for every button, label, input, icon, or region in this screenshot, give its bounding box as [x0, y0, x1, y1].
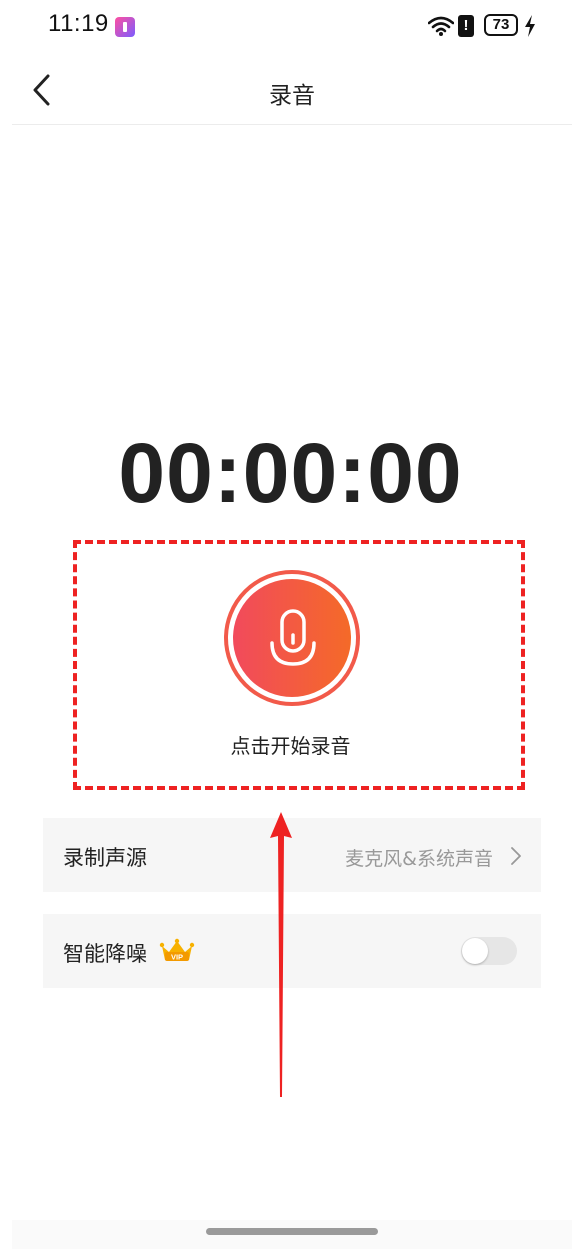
recording-source-value: 麦克风&系统声音 — [345, 848, 493, 870]
recording-source-label: 录制声源 — [63, 846, 147, 870]
chevron-right-icon — [511, 847, 521, 865]
home-indicator[interactable] — [206, 1228, 378, 1235]
wifi-icon — [428, 16, 454, 36]
record-hint-label: 点击开始录音 — [230, 734, 351, 758]
charging-bolt-icon — [525, 15, 535, 37]
vip-badge-text: VIP — [171, 953, 183, 962]
annotation-arrow — [270, 812, 292, 1097]
status-bar: 11:19 ! 73 — [0, 0, 581, 56]
noise-reduction-label: 智能降噪 — [63, 942, 147, 966]
alert-icon: ! — [458, 15, 474, 37]
microphone-icon — [270, 609, 316, 666]
alert-glyph: ! — [463, 17, 469, 34]
record-button-core — [233, 579, 351, 697]
toggle-knob — [462, 938, 488, 964]
status-time: 11:19 — [48, 10, 109, 37]
start-recording-button[interactable] — [224, 570, 360, 706]
battery-level: 73 — [492, 16, 510, 33]
header: 录音 — [12, 56, 572, 125]
app-notification-icon — [115, 17, 135, 37]
battery-icon: 73 — [484, 14, 518, 36]
recording-timer: 00:00:00 — [118, 426, 463, 520]
vip-crown-icon: VIP — [159, 938, 195, 962]
noise-reduction-toggle[interactable] — [461, 937, 517, 965]
page-title: 录音 — [269, 83, 315, 109]
